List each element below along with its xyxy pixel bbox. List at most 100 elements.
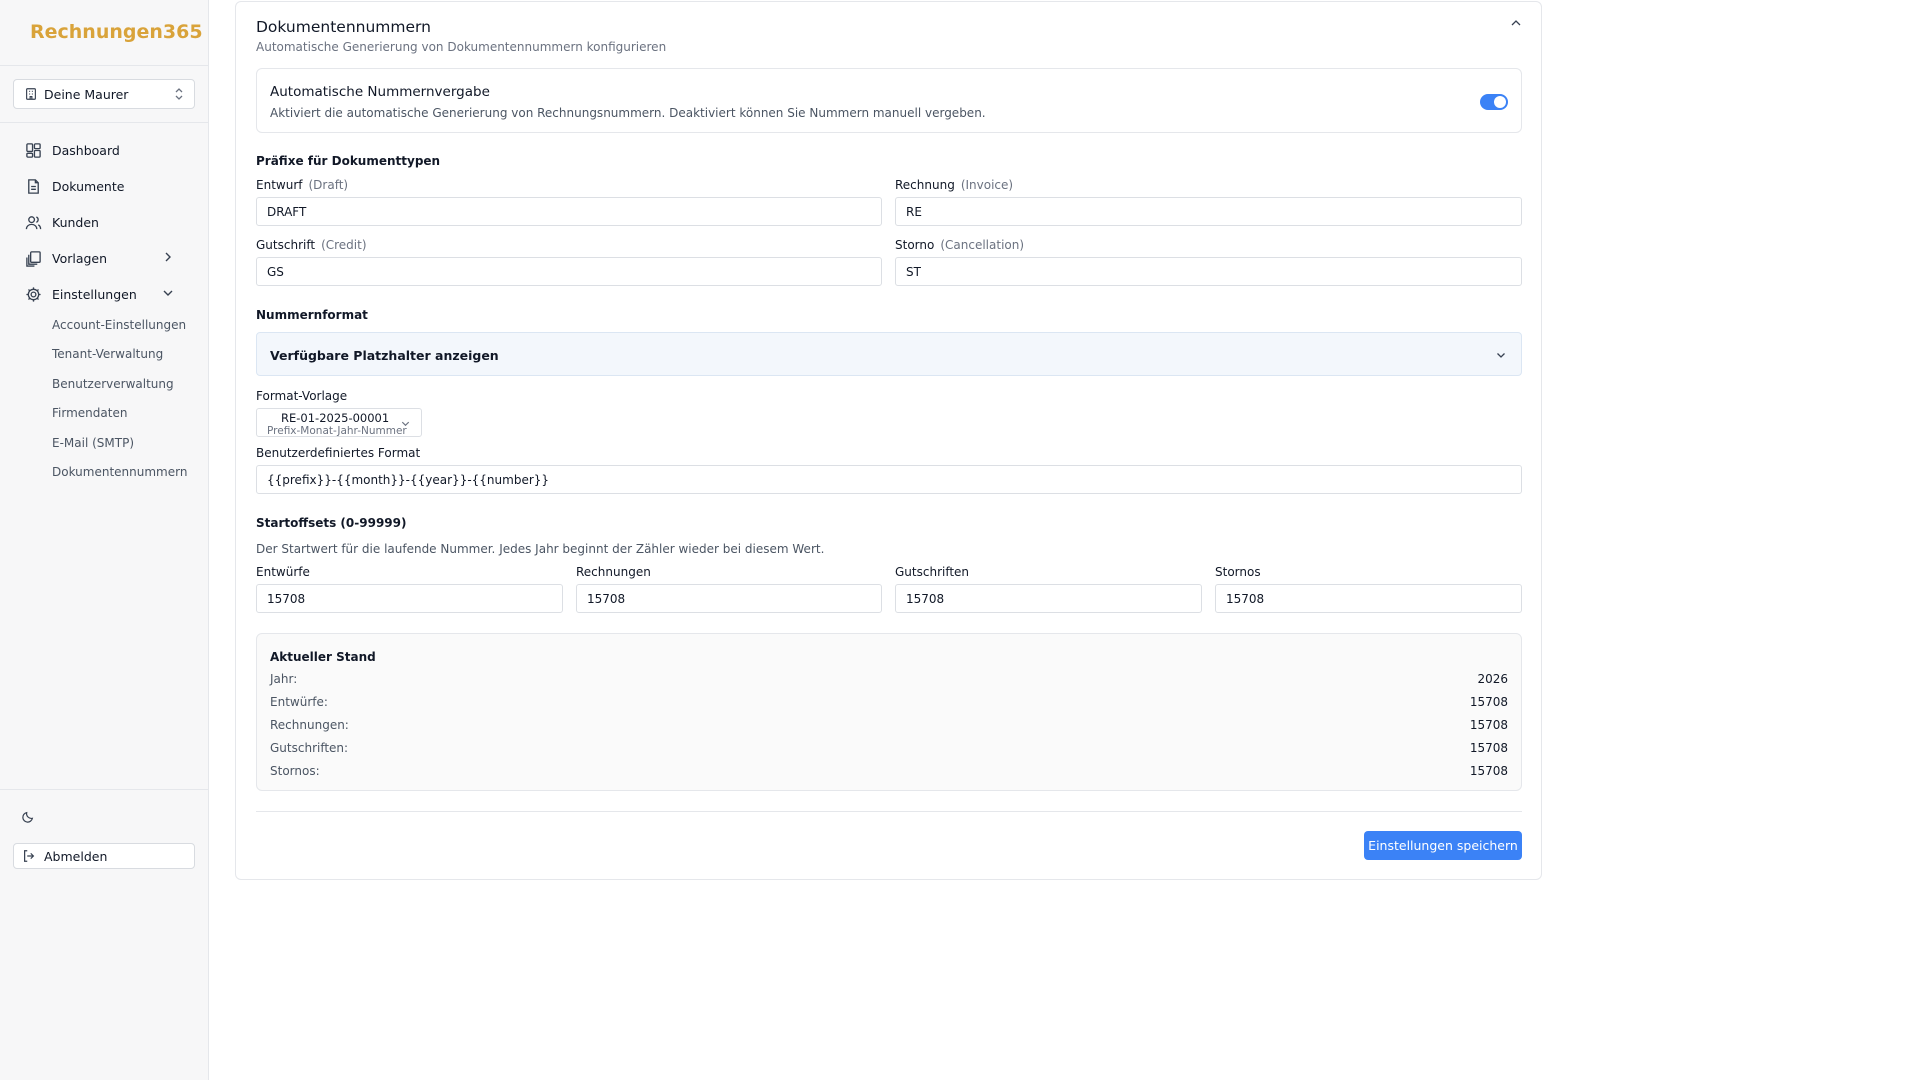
chevron-right-icon — [165, 252, 171, 262]
logout-icon — [24, 850, 35, 862]
sidebar-subitem-company[interactable]: Firmendaten — [52, 406, 127, 420]
templates-icon — [26, 250, 41, 267]
logout-label: Abmelden — [44, 848, 108, 864]
offset-invoices-label: Rechnungen — [576, 565, 651, 579]
chevron-down-icon — [401, 421, 410, 427]
sidebar-item-dokumente[interactable]: Dokumente — [25, 175, 185, 197]
sidebar-subitem-tenant[interactable]: Tenant-Verwaltung — [52, 347, 163, 361]
custom-format-input[interactable]: {{prefix}}-{{month}}-{{year}}-{{number}} — [256, 465, 1522, 494]
auto-numbering-title: Automatische Nummernvergabe — [270, 84, 490, 100]
credit-prefix-label: Gutschrift (Credit) — [256, 238, 367, 252]
status-value: 15708 — [1469, 695, 1508, 709]
gear-icon — [26, 286, 41, 302]
sidebar-divider — [0, 122, 208, 123]
tenant-label: Deine Maurer — [44, 86, 129, 102]
sidebar-item-einstellungen[interactable]: Einstellungen — [25, 283, 185, 305]
offset-credits-input[interactable]: 15708 — [895, 584, 1202, 613]
logout-button[interactable]: Abmelden — [13, 843, 195, 869]
auto-numbering-toggle[interactable] — [1480, 94, 1508, 110]
number-format-heading: Nummernformat — [256, 308, 368, 322]
sidebar-item-label: Dashboard — [52, 142, 120, 158]
invoice-prefix-label: Rechnung (Invoice) — [895, 178, 1013, 192]
status-label: Rechnungen: — [270, 718, 349, 732]
chevron-up-icon[interactable] — [1509, 16, 1523, 30]
status-value: 15708 — [1469, 718, 1508, 732]
auto-numbering-panel: Automatische Nummernvergabe Aktiviert di… — [256, 68, 1522, 133]
placeholders-accordion[interactable]: Verfügbare Platzhalter anzeigen — [256, 332, 1522, 376]
users-icon — [25, 215, 42, 229]
status-value: 15708 — [1469, 764, 1508, 778]
invoice-prefix-input[interactable]: RE — [895, 197, 1522, 226]
sidebar-item-label: Kunden — [52, 214, 99, 230]
sidebar-item-kunden[interactable]: Kunden — [25, 211, 185, 233]
offset-invoices-input[interactable]: 15708 — [576, 584, 882, 613]
status-row: Stornos: 15708 — [270, 764, 1508, 778]
credit-prefix-input[interactable]: GS — [256, 257, 882, 286]
status-value: 15708 — [1469, 741, 1508, 755]
sidebar-subitem-smtp[interactable]: E-Mail (SMTP) — [52, 436, 134, 450]
status-label: Gutschriften: — [270, 741, 349, 755]
footer-divider — [256, 811, 1522, 812]
cancellation-prefix-input[interactable]: ST — [895, 257, 1522, 286]
prefixes-heading: Präfixe für Dokumenttypen — [256, 154, 441, 168]
status-row: Rechnungen: 15708 — [270, 718, 1508, 732]
offsets-description: Der Startwert für die laufende Nummer. J… — [256, 542, 825, 556]
chevron-down-icon — [163, 290, 173, 296]
document-numbers-card: Dokumentennummern Automatische Generieru… — [235, 1, 1542, 880]
draft-prefix-input[interactable]: DRAFT — [256, 197, 882, 226]
sidebar-subitem-account[interactable]: Account-Einstellungen — [52, 318, 186, 332]
label-hint: (Cancellation) — [940, 238, 1025, 252]
label-hint: (Credit) — [321, 238, 367, 252]
draft-prefix-label: Entwurf (Draft) — [256, 178, 348, 192]
current-status-panel: Aktueller Stand Jahr: 2026 Entwürfe: 15708… — [256, 633, 1522, 791]
format-template-label: Format-Vorlage — [256, 389, 348, 403]
placeholders-toggle-label: Verfügbare Platzhalter anzeigen — [270, 348, 499, 363]
chevron-up-down-icon — [175, 88, 183, 100]
label-hint: (Draft) — [308, 178, 349, 192]
status-label: Jahr: — [270, 672, 298, 686]
theme-toggle-button[interactable] — [21, 810, 35, 828]
sidebar-item-label: Vorlagen — [52, 250, 108, 266]
label-text: Rechnung — [895, 178, 955, 192]
cancellation-prefix-label: Storno (Cancellation) — [895, 238, 1024, 252]
offset-cancellations-input[interactable]: 15708 — [1215, 584, 1522, 613]
card-title: Dokumentennummern — [256, 18, 431, 36]
sidebar-divider — [0, 789, 208, 790]
sidebar-divider — [0, 65, 208, 66]
current-status-heading: Aktueller Stand — [270, 650, 376, 664]
save-settings-button[interactable]: Einstellungen speichern — [1364, 831, 1522, 860]
label-text: Entwurf — [256, 178, 303, 192]
sidebar-item-dashboard[interactable]: Dashboard — [25, 139, 185, 161]
sidebar-item-label: Dokumente — [52, 178, 125, 194]
offsets-heading: Startoffsets (0-99999) — [256, 516, 407, 530]
offset-cancellations-label: Stornos — [1215, 565, 1261, 579]
status-row: Gutschriften: 15708 — [270, 741, 1508, 755]
label-text: Storno — [895, 238, 935, 252]
format-template-select[interactable]: RE-01-2025-00001 Prefix-Monat-Jahr-Numme… — [256, 408, 422, 437]
offset-credits-label: Gutschriften — [895, 565, 970, 579]
custom-format-label: Benutzerdefiniertes Format — [256, 446, 421, 460]
offset-drafts-input[interactable]: 15708 — [256, 584, 563, 613]
sidebar-subitem-document-numbers[interactable]: Dokumentennummern — [52, 465, 187, 479]
dashboard-icon — [26, 142, 41, 158]
moon-icon — [22, 811, 34, 823]
toggle-knob — [1494, 96, 1506, 108]
status-row: Jahr: 2026 — [270, 672, 1508, 686]
brand-logo[interactable]: Rechnungen365 — [30, 21, 203, 43]
sidebar: Rechnungen365 Deine Maurer Dashboard Dok… — [0, 0, 209, 1080]
status-value: 2026 — [1477, 672, 1508, 686]
tenant-selector[interactable]: Deine Maurer — [13, 79, 195, 109]
label-hint: (Invoice) — [960, 178, 1014, 192]
label-text: Gutschrift — [256, 238, 316, 252]
card-subtitle: Automatische Generierung von Dokumentenn… — [256, 40, 667, 54]
chevron-down-icon — [1497, 353, 1505, 358]
offset-drafts-label: Entwürfe — [256, 565, 310, 579]
sidebar-item-label: Einstellungen — [52, 286, 137, 302]
auto-numbering-description: Aktiviert die automatische Generierung v… — [270, 106, 986, 120]
status-label: Entwürfe: — [270, 695, 328, 709]
document-icon — [28, 178, 39, 194]
sidebar-subitem-users[interactable]: Benutzerverwaltung — [52, 377, 174, 391]
format-template-value: RE-01-2025-00001 — [281, 411, 390, 425]
sidebar-item-vorlagen[interactable]: Vorlagen — [25, 247, 185, 269]
status-row: Entwürfe: 15708 — [270, 695, 1508, 709]
